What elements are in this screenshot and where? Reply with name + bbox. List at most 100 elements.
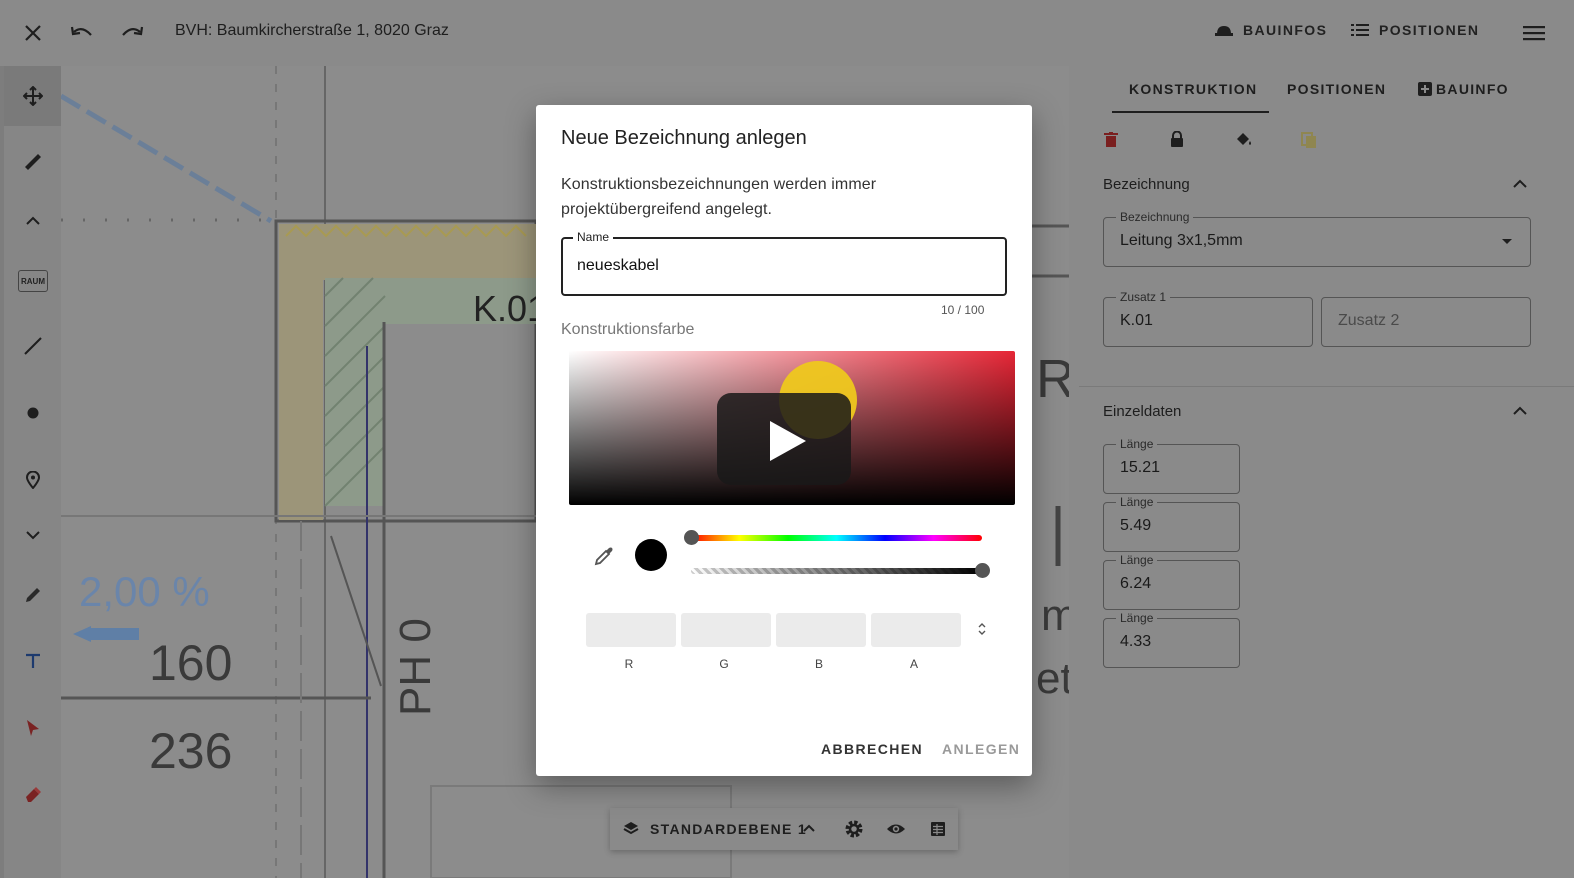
collapse-down-button[interactable]	[16, 518, 50, 552]
red-input[interactable]	[586, 613, 676, 647]
label-160: 160	[149, 635, 233, 691]
top-app-bar: BVH: Baumkircherstraße 1, 8020 Graz BAUI…	[0, 0, 1574, 66]
tab-bauinfo[interactable]: BAUINFO	[1418, 81, 1509, 97]
label-236: 236	[149, 723, 233, 779]
move-tool[interactable]	[4, 66, 61, 126]
eye-icon[interactable]	[886, 819, 906, 839]
green-label: G	[719, 657, 729, 671]
color-spectrum-picker[interactable]	[569, 351, 1015, 505]
dropdown-arrow-icon	[1502, 239, 1512, 244]
positionen-button[interactable]: POSITIONEN	[1351, 22, 1479, 38]
paint-bucket-icon[interactable]	[1235, 131, 1253, 147]
laenge-field[interactable]: Länge 6.24	[1103, 553, 1240, 610]
chevron-up-icon[interactable]	[803, 824, 815, 832]
section-divider	[1079, 386, 1574, 387]
marker-tool[interactable]	[16, 463, 50, 497]
menu-button[interactable]	[1519, 18, 1549, 48]
point-tool[interactable]	[16, 396, 50, 430]
chevron-up-icon	[26, 216, 40, 225]
tab-positionen[interactable]: POSITIONEN	[1287, 81, 1386, 97]
video-play-overlay[interactable]	[717, 393, 851, 485]
color-preview-swatch	[635, 539, 667, 571]
name-input[interactable]	[577, 253, 977, 279]
list-icon	[1351, 24, 1369, 36]
laenge-label: Länge	[1116, 553, 1158, 567]
blue-input[interactable]	[776, 613, 866, 647]
format-toggle-icon[interactable]	[976, 621, 988, 637]
laenge-label: Länge	[1116, 611, 1158, 625]
pencil-tool[interactable]	[16, 578, 50, 612]
delete-icon[interactable]	[1104, 132, 1118, 148]
eraser-icon	[26, 787, 41, 802]
layers-icon	[623, 822, 639, 835]
tab-konstruktion-label: KONSTRUKTION	[1129, 81, 1258, 97]
laenge-field[interactable]: Länge 15.21	[1103, 437, 1240, 494]
room-icon: RAUM	[18, 270, 48, 292]
tab-positionen-label: POSITIONEN	[1287, 81, 1387, 97]
alpha-slider-handle[interactable]	[974, 563, 990, 578]
line-tool[interactable]	[16, 329, 50, 363]
active-tab-indicator	[1112, 111, 1269, 113]
tab-bauinfo-label: BAUINFO	[1436, 81, 1509, 97]
dialog-title: Neue Bezeichnung anlegen	[561, 127, 807, 149]
helmet-icon	[1215, 26, 1233, 36]
laenge-label: Länge	[1116, 437, 1158, 451]
table-icon[interactable]	[928, 819, 948, 839]
cursor-icon	[27, 720, 39, 736]
project-title: BVH: Baumkircherstraße 1, 8020 Graz	[175, 22, 449, 39]
chevron-down-icon	[26, 531, 40, 540]
room-tool[interactable]: RAUM	[16, 264, 50, 298]
bauinfos-button[interactable]: BAUINFOS	[1215, 22, 1327, 38]
lock-icon[interactable]	[1170, 131, 1184, 148]
label-ph: PH 0	[391, 618, 440, 716]
gear-icon[interactable]	[844, 819, 864, 839]
bezeichnung-select-label: Bezeichnung	[1116, 210, 1194, 224]
text-icon	[26, 653, 40, 668]
right-panel: KONSTRUKTION POSITIONEN BAUINFO Bezeichn…	[1069, 66, 1574, 878]
collapse-up-button[interactable]	[16, 204, 50, 238]
add-box-icon	[1418, 82, 1432, 96]
zusatz2-field[interactable]: Zusatz 2	[1321, 297, 1531, 347]
laenge-value: 4.33	[1120, 633, 1152, 650]
alpha-input[interactable]	[871, 613, 961, 647]
text-tool[interactable]	[16, 644, 50, 678]
blue-label: B	[814, 657, 823, 671]
laenge-field[interactable]: Länge 5.49	[1103, 495, 1240, 552]
green-input[interactable]	[681, 613, 771, 647]
tab-konstruktion[interactable]: KONSTRUKTION	[1129, 81, 1257, 97]
left-toolbar: RAUM	[4, 66, 61, 878]
redo-icon	[122, 26, 144, 36]
laenge-field[interactable]: Länge 4.33	[1103, 611, 1240, 668]
eraser-tool[interactable]	[16, 777, 50, 811]
map-pin-icon	[26, 471, 40, 489]
ruler-icon	[25, 154, 41, 170]
cancel-button[interactable]: ABBRECHEN	[821, 741, 923, 757]
alpha-slider[interactable]	[691, 563, 990, 578]
zusatz1-field[interactable]: Zusatz 1 K.01	[1103, 290, 1313, 347]
play-icon	[770, 421, 806, 461]
create-button[interactable]: ANLEGEN	[942, 741, 1020, 757]
hue-slider-handle[interactable]	[683, 530, 699, 545]
hue-slider[interactable]	[683, 530, 982, 545]
character-counter: 10 / 100	[941, 303, 985, 317]
line-icon	[24, 337, 42, 355]
close-icon	[25, 25, 41, 41]
red-label: R	[624, 657, 634, 671]
chevron-up-icon[interactable]	[1510, 401, 1530, 421]
name-field[interactable]: Name	[561, 230, 1007, 296]
bezeichnung-select-value: Leitung 3x1,5mm	[1120, 232, 1243, 249]
zusatz2-placeholder: Zusatz 2	[1338, 312, 1400, 329]
alpha-label: A	[909, 657, 918, 671]
chevron-up-icon[interactable]	[1510, 174, 1530, 194]
close-button[interactable]	[18, 18, 48, 48]
laenge-value: 15.21	[1120, 459, 1161, 476]
measure-tool[interactable]	[16, 145, 50, 179]
bezeichnung-select[interactable]: Bezeichnung Leitung 3x1,5mm	[1103, 210, 1531, 267]
layer-select[interactable]: STANDARDEBENE 1	[650, 821, 807, 837]
undo-button[interactable]	[67, 18, 97, 48]
copy-icon[interactable]	[1301, 132, 1317, 149]
select-tool[interactable]	[16, 711, 50, 745]
hamburger-icon	[1523, 26, 1545, 41]
redo-button[interactable]	[117, 18, 147, 48]
eyedropper-icon[interactable]	[592, 544, 616, 568]
